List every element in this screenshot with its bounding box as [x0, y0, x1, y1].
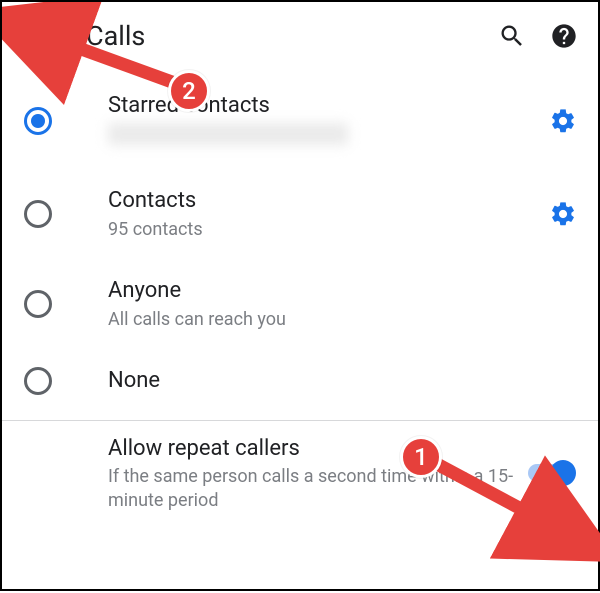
caller-options-list: Starred contacts Contacts 95 contacts An…	[2, 66, 598, 414]
arrow-back-icon	[24, 22, 52, 50]
option-text: Anyone All calls can reach you	[108, 277, 578, 331]
toggle-label: Allow repeat callers	[108, 435, 518, 464]
radio-unselected-icon	[24, 367, 52, 395]
allow-repeat-callers-row[interactable]: Allow repeat callers If the same person …	[2, 421, 598, 526]
help-icon	[550, 22, 578, 50]
radio-selected-icon	[24, 107, 52, 135]
settings-contacts-button[interactable]	[548, 199, 578, 229]
allow-repeat-callers-switch[interactable]	[528, 459, 574, 487]
settings-starred-button[interactable]	[548, 106, 578, 136]
toggle-subtext: If the same person calls a second time w…	[108, 465, 518, 512]
option-text: Contacts 95 contacts	[108, 187, 548, 241]
option-text: None	[108, 367, 578, 396]
gear-icon	[549, 200, 577, 228]
toggle-text: Allow repeat callers If the same person …	[108, 435, 528, 512]
option-label: None	[108, 367, 578, 396]
option-subtext: 95 contacts	[108, 218, 548, 241]
radio-unselected-icon	[24, 290, 52, 318]
option-subtext	[108, 123, 548, 151]
option-anyone[interactable]: Anyone All calls can reach you	[2, 259, 598, 349]
redacted-text	[108, 123, 348, 145]
search-button[interactable]	[498, 22, 526, 50]
option-text: Starred contacts	[108, 92, 548, 151]
radio-unselected-icon	[24, 200, 52, 228]
option-label: Anyone	[108, 277, 578, 306]
switch-thumb	[550, 460, 576, 486]
option-subtext: All calls can reach you	[108, 308, 578, 331]
option-contacts[interactable]: Contacts 95 contacts	[2, 169, 598, 259]
option-starred-contacts[interactable]: Starred contacts	[2, 74, 598, 169]
gear-icon	[549, 107, 577, 135]
option-label: Contacts	[108, 187, 548, 216]
search-icon	[498, 22, 526, 50]
header-bar: Calls	[2, 2, 598, 66]
option-none[interactable]: None	[2, 349, 598, 414]
help-button[interactable]	[550, 22, 578, 50]
option-label: Starred contacts	[108, 92, 548, 121]
back-button[interactable]	[16, 14, 60, 58]
header-actions	[498, 22, 584, 50]
page-title: Calls	[86, 20, 498, 52]
